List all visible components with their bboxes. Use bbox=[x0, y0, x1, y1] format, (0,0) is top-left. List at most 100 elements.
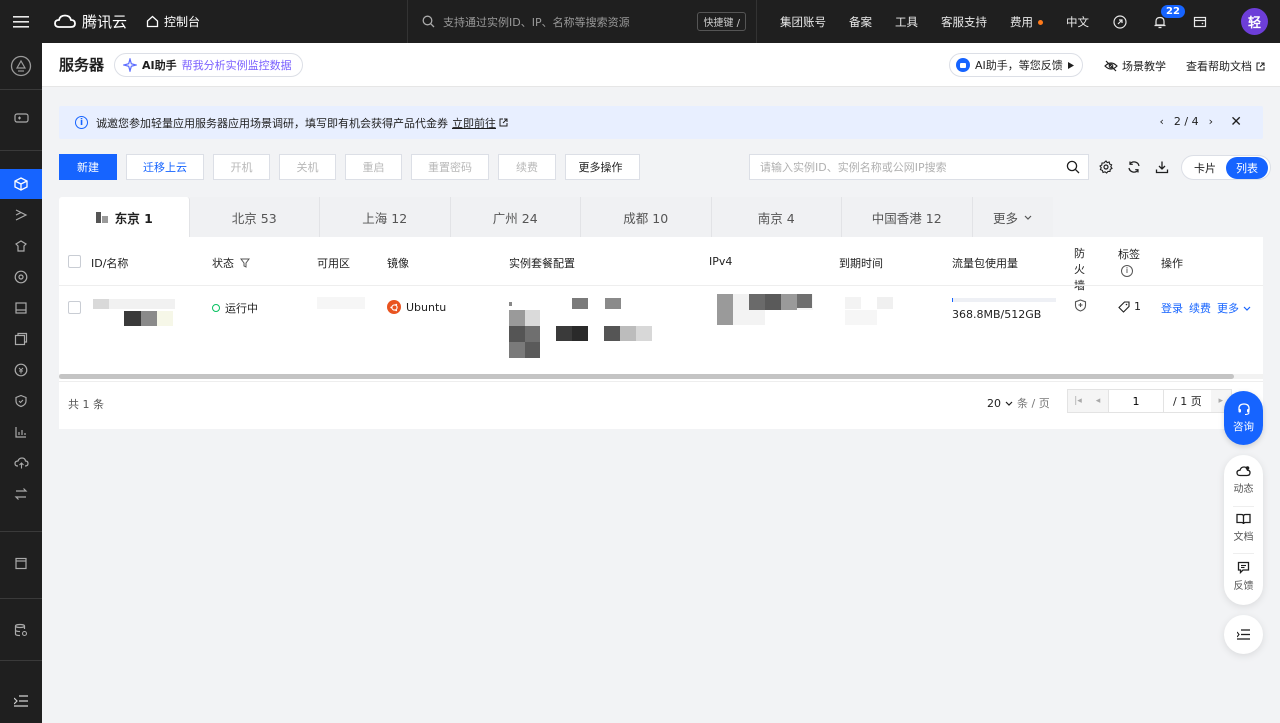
sidebar-item-snapshots[interactable] bbox=[0, 293, 42, 323]
gear-icon[interactable] bbox=[1098, 159, 1114, 175]
dynamic-widget[interactable]: 动态 bbox=[1224, 465, 1263, 495]
icp-link[interactable]: 备案 bbox=[849, 14, 872, 30]
redacted-ip bbox=[797, 294, 812, 308]
ai-assistant-pill[interactable]: AI助手 帮我分析实例监控数据 bbox=[114, 52, 303, 77]
search-icon bbox=[422, 15, 435, 28]
menu-icon[interactable] bbox=[0, 0, 42, 43]
console-link[interactable]: 控制台 bbox=[132, 13, 392, 30]
billing-link[interactable]: 费用 bbox=[1010, 14, 1043, 30]
survey-notice: i 诚邀您参加轻量应用服务器应用场景调研，填写即有机会获得产品代金券 立即前往 … bbox=[59, 106, 1263, 139]
firewall-shield-icon[interactable] bbox=[1074, 299, 1087, 315]
tab-region-guangzhou[interactable]: 广州 24 bbox=[450, 197, 581, 237]
login-action[interactable]: 登录 bbox=[1161, 300, 1183, 316]
sidebar-item-container[interactable] bbox=[0, 200, 42, 230]
eye-off-icon bbox=[1104, 60, 1118, 72]
renew-button[interactable]: 续费 bbox=[498, 154, 556, 180]
ai-feedback-button[interactable]: AI助手，等您反馈 bbox=[949, 53, 1083, 77]
global-search[interactable]: 支持通过实例ID、IP、名称等搜索资源 快捷键 / bbox=[407, 0, 757, 43]
feedback-widget[interactable]: 反馈 bbox=[1224, 561, 1263, 592]
tag-icon bbox=[1118, 300, 1130, 313]
filter-icon[interactable] bbox=[240, 258, 250, 268]
tab-region-beijing[interactable]: 北京 53 bbox=[189, 197, 320, 237]
avatar[interactable]: 轻 bbox=[1241, 8, 1268, 35]
col-header-plan: 实例套餐配置 bbox=[509, 257, 575, 270]
tab-region-shanghai[interactable]: 上海 12 bbox=[320, 197, 451, 237]
row-checkbox[interactable] bbox=[68, 301, 81, 314]
scene-teaching-link[interactable]: 场景教学 bbox=[1104, 58, 1166, 74]
group-account-link[interactable]: 集团账号 bbox=[780, 14, 826, 30]
cloud-logo-icon bbox=[54, 14, 76, 28]
docs-widget[interactable]: 文档 bbox=[1224, 513, 1263, 543]
language-link[interactable]: 中文 bbox=[1066, 14, 1089, 30]
sidebar-item-billing[interactable] bbox=[0, 355, 42, 385]
sidebar-item-backup[interactable] bbox=[0, 324, 42, 354]
reset-password-button[interactable]: 重置密码 bbox=[411, 154, 489, 180]
sidebar-item-monitor[interactable] bbox=[0, 417, 42, 447]
horizontal-scrollbar[interactable] bbox=[59, 374, 1263, 379]
search-icon[interactable] bbox=[1066, 160, 1080, 174]
tab-region-more[interactable]: 更多 bbox=[972, 197, 1053, 237]
info-icon[interactable]: i bbox=[1121, 265, 1133, 277]
page-number-input[interactable] bbox=[1108, 390, 1164, 412]
more-action[interactable]: 更多 bbox=[1217, 300, 1251, 316]
chevron-right-icon[interactable]: › bbox=[1209, 115, 1213, 128]
redacted-zone bbox=[317, 297, 365, 309]
restart-button[interactable]: 重启 bbox=[345, 154, 402, 180]
task-list-icon[interactable] bbox=[1224, 615, 1263, 654]
sidebar-divider bbox=[0, 598, 42, 599]
help-docs-link[interactable]: 查看帮助文档 bbox=[1186, 58, 1265, 74]
developer-icon[interactable] bbox=[1112, 14, 1128, 30]
dynamic-label: 动态 bbox=[1233, 484, 1254, 495]
migrate-button[interactable]: 迁移上云 bbox=[126, 154, 204, 180]
support-link[interactable]: 客服支持 bbox=[941, 14, 987, 30]
sidebar-collapse-icon[interactable] bbox=[0, 686, 42, 716]
sidebar-item-cdn[interactable] bbox=[0, 448, 42, 478]
first-page-icon[interactable]: |◂ bbox=[1068, 390, 1088, 412]
tab-region-chengdu[interactable]: 成都 10 bbox=[581, 197, 712, 237]
wallet-icon[interactable] bbox=[1192, 14, 1208, 30]
docs-label: 文档 bbox=[1233, 532, 1254, 543]
sidebar-item-disks[interactable] bbox=[0, 262, 42, 292]
select-all-checkbox[interactable] bbox=[68, 255, 81, 268]
start-button[interactable]: 开机 bbox=[213, 154, 270, 180]
more-actions-dropdown[interactable]: 更多操作 bbox=[565, 154, 640, 180]
download-icon[interactable] bbox=[1154, 159, 1170, 175]
consult-button[interactable]: 咨询 bbox=[1224, 391, 1263, 445]
tag-cell[interactable]: 1 bbox=[1118, 300, 1141, 313]
instance-search-input[interactable] bbox=[760, 160, 1066, 174]
close-icon[interactable]: ✕ bbox=[1230, 114, 1242, 130]
create-button[interactable]: 新建 bbox=[59, 154, 117, 180]
refresh-icon[interactable] bbox=[1126, 159, 1142, 175]
sidebar-item-migrate[interactable] bbox=[0, 479, 42, 509]
tools-link[interactable]: 工具 bbox=[895, 14, 918, 30]
view-list-button[interactable]: 列表 bbox=[1226, 156, 1268, 179]
sidebar-item-servers[interactable] bbox=[0, 169, 42, 199]
brand-logo[interactable]: 腾讯云 bbox=[42, 11, 132, 32]
sidebar bbox=[0, 43, 42, 723]
tab-region-tokyo[interactable]: 东京 1 bbox=[59, 197, 190, 237]
traffic-progress-fill bbox=[952, 298, 953, 302]
prev-page-icon[interactable]: ◂ bbox=[1088, 390, 1108, 412]
sidebar-item-images[interactable] bbox=[0, 231, 42, 261]
col-header-status-label: 状态 bbox=[212, 257, 234, 270]
bell-icon[interactable]: 22 bbox=[1152, 3, 1186, 30]
chart-icon bbox=[15, 427, 26, 438]
redacted-ip bbox=[717, 310, 733, 325]
sidebar-item-database[interactable] bbox=[0, 615, 42, 645]
message-icon bbox=[1237, 561, 1250, 574]
tab-region-hongkong[interactable]: 中国香港 12 bbox=[842, 197, 973, 237]
sidebar-item-calendar[interactable] bbox=[0, 548, 42, 578]
sidebar-item-overview[interactable] bbox=[0, 103, 42, 133]
sidebar-item-firewall[interactable] bbox=[0, 386, 42, 416]
notice-link[interactable]: 立即前往 bbox=[452, 115, 496, 131]
page-size-select[interactable]: 20 条 / 页 bbox=[987, 395, 1050, 411]
redacted-name bbox=[157, 311, 173, 326]
scrollbar-thumb[interactable] bbox=[59, 374, 1234, 379]
tab-region-nanjing[interactable]: 南京 4 bbox=[711, 197, 842, 237]
view-card-button[interactable]: 卡片 bbox=[1184, 157, 1226, 179]
chevron-left-icon[interactable]: ‹ bbox=[1159, 115, 1163, 128]
renew-action[interactable]: 续费 bbox=[1189, 300, 1211, 316]
sidebar-product-icon[interactable] bbox=[0, 51, 42, 81]
stop-button[interactable]: 关机 bbox=[279, 154, 336, 180]
calendar-icon bbox=[15, 557, 27, 570]
